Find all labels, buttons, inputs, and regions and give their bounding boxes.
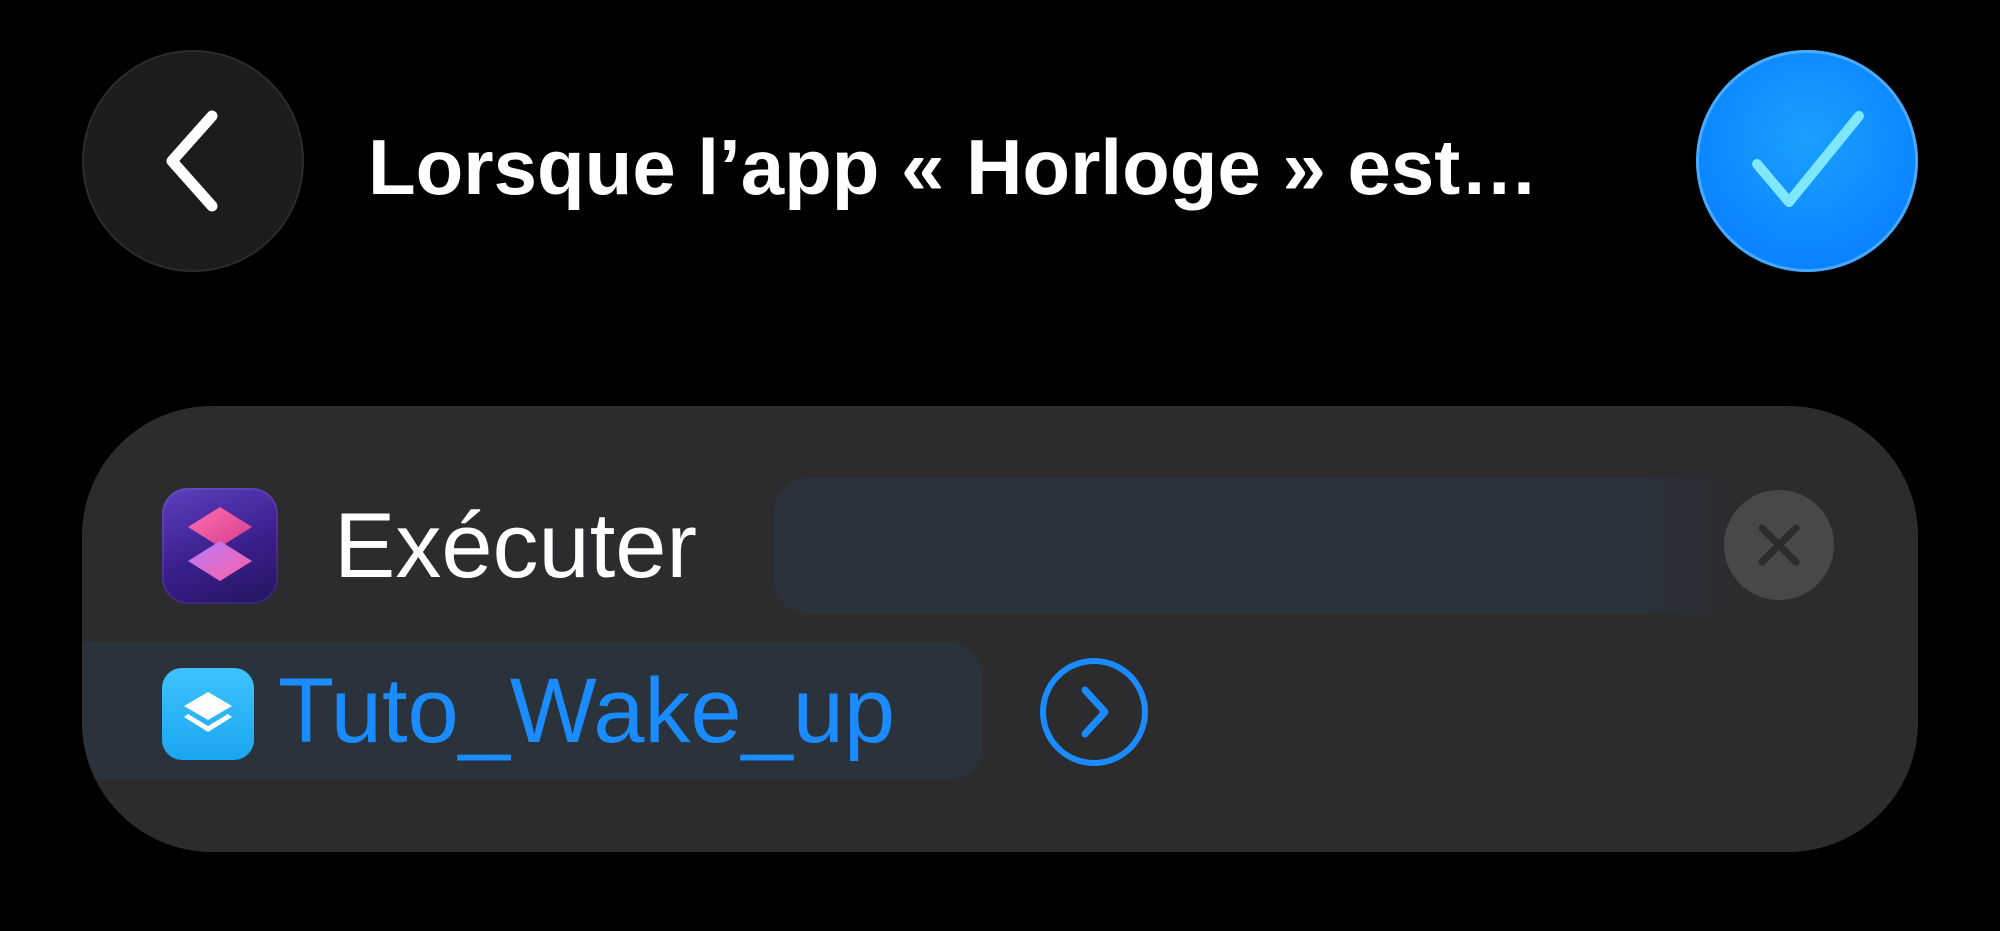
back-button[interactable] <box>82 50 304 272</box>
shortcut-name: Tuto_Wake_up <box>278 660 896 762</box>
chevron-left-icon <box>166 110 218 212</box>
remove-action-button[interactable] <box>1724 490 1834 600</box>
page-title: Lorsque l’app « Horloge » est… <box>368 123 1539 211</box>
xmark-icon <box>1758 524 1800 566</box>
open-shortcut-button[interactable] <box>1040 658 1148 766</box>
parameter-input-field[interactable] <box>774 478 1734 614</box>
shortcuts-app-icon <box>162 488 278 604</box>
checkmark-icon <box>1752 111 1864 207</box>
run-shortcut-action-card: Exécuter Tuto_Wake_up <box>82 406 1918 852</box>
layers-stack-icon <box>162 668 254 760</box>
chevron-right-circle-icon <box>1081 686 1109 738</box>
done-button[interactable] <box>1696 50 1918 272</box>
automation-editor-screen: Lorsque l’app « Horloge » est… Exécuter … <box>0 0 2000 931</box>
shortcut-picker-chip[interactable]: Tuto_Wake_up <box>82 642 982 780</box>
action-verb-label: Exécuter <box>334 495 698 597</box>
